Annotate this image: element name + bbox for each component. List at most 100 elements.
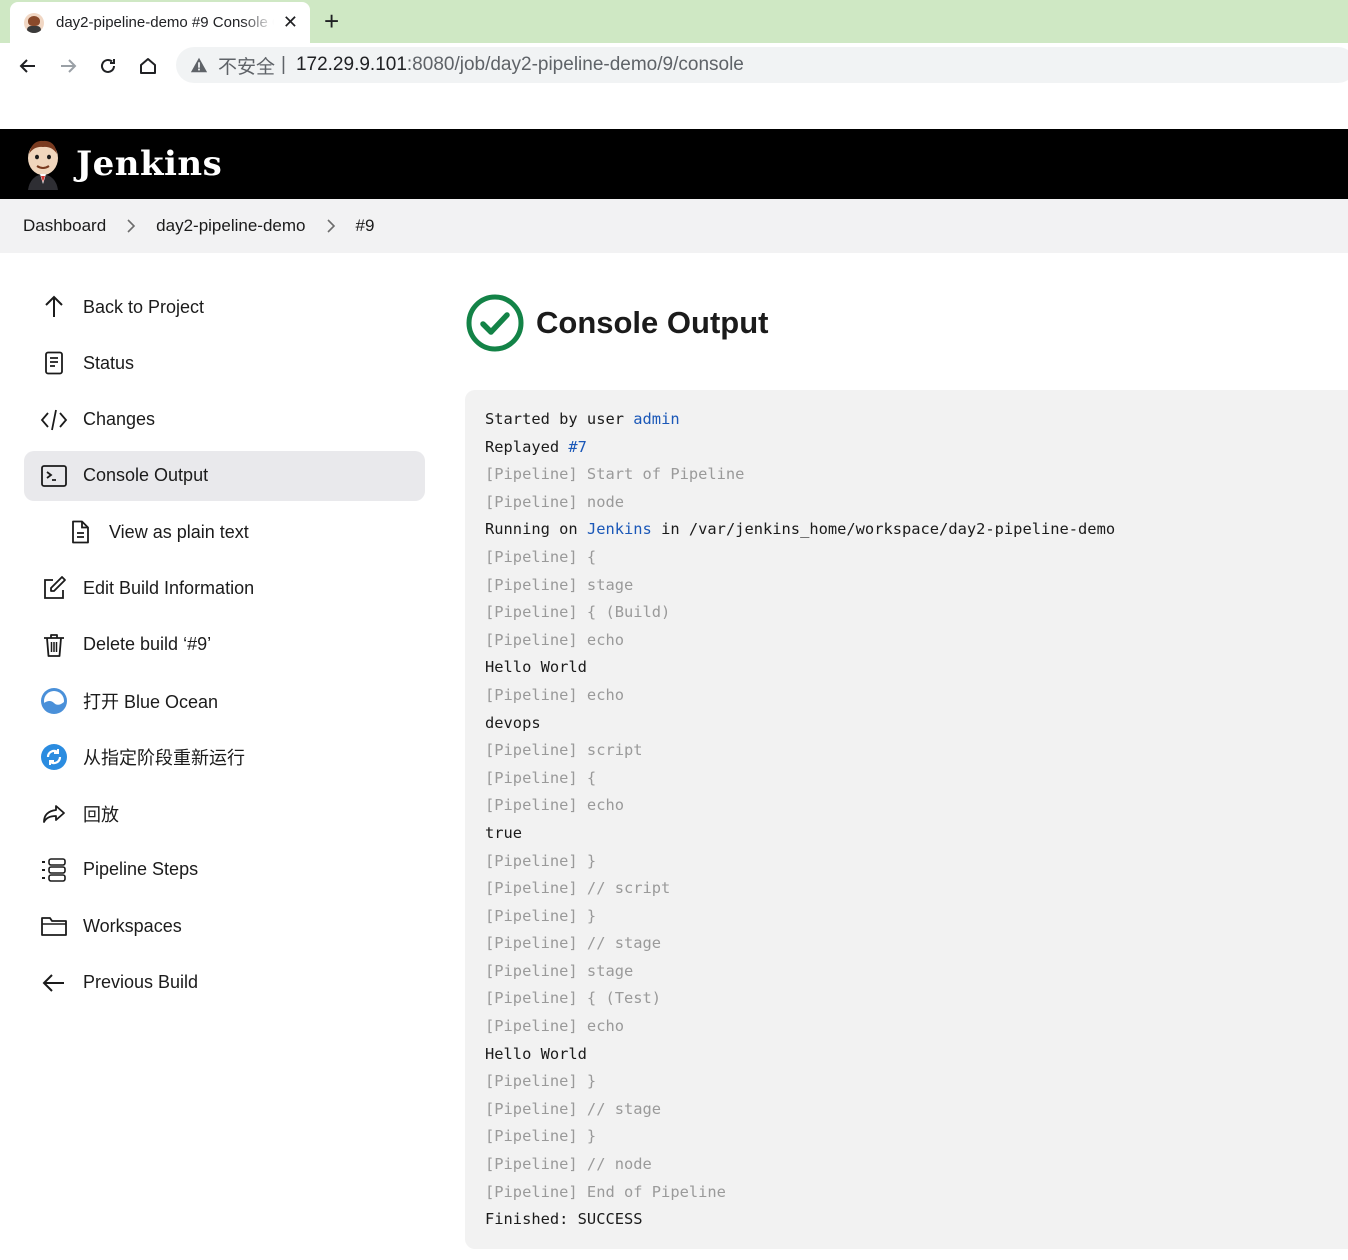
console-line: [Pipeline] } xyxy=(485,1072,597,1091)
forward-button[interactable] xyxy=(53,51,83,81)
console-line: [Pipeline] } xyxy=(485,851,597,870)
sidebar-item-blue-ocean[interactable]: 打开 Blue Ocean xyxy=(24,676,425,726)
node-link[interactable]: Jenkins xyxy=(587,520,652,538)
breadcrumb-dashboard[interactable]: Dashboard xyxy=(23,216,106,236)
console-line: Started by user admin xyxy=(485,408,1345,436)
sidebar-item-label: 打开 Blue Ocean xyxy=(83,692,219,713)
sidebar-item-back-to-project[interactable]: Back to Project xyxy=(24,282,425,332)
sidebar-item-view-plain-text[interactable]: View as plain text xyxy=(24,507,425,557)
arrow-back-icon xyxy=(19,59,35,73)
console-line: [Pipeline] echo xyxy=(485,685,624,704)
breadcrumb-build[interactable]: #9 xyxy=(356,216,375,236)
file-text-icon xyxy=(66,518,94,546)
sidebar-item-workspaces[interactable]: Workspaces xyxy=(24,901,425,951)
console-line: [Pipeline] stage xyxy=(485,575,634,594)
sidebar-item-label: Workspaces xyxy=(83,915,182,936)
sidebar-item-console-output[interactable]: Console Output xyxy=(24,450,425,501)
console-text: Running on xyxy=(485,520,587,539)
sidebar-item-label: 回放 xyxy=(83,804,119,825)
console-line: Replayed #7 xyxy=(485,436,1345,464)
blue-ocean-icon xyxy=(40,687,68,715)
console-line: Finished: SUCCESS xyxy=(485,1210,643,1229)
sidebar-item-changes[interactable]: Changes xyxy=(24,395,425,445)
insecure-label: 不安全 xyxy=(218,56,276,78)
breadcrumb: Dashboard day2-pipeline-demo #9 xyxy=(0,199,1348,253)
chevron-right-icon xyxy=(326,219,336,233)
tab-title: day2-pipeline-demo #9 Console Output [Je… xyxy=(56,14,274,31)
breadcrumb-project[interactable]: day2-pipeline-demo xyxy=(156,216,305,236)
url-path: :8080/job/day2-pipeline-demo/9/console xyxy=(406,54,744,75)
chevron-right-icon xyxy=(126,219,136,233)
sidebar-item-label: Changes xyxy=(83,409,156,430)
sidebar-item-label: 从指定阶段重新运行 xyxy=(83,748,245,769)
sidebar-item-label: Previous Build xyxy=(83,972,199,993)
browser-toolbar: 不安全 | 172.29.9.101 :8080/job/day2-pipeli… xyxy=(0,43,1348,89)
console-line: [Pipeline] echo xyxy=(485,796,624,815)
sidebar-item-label: Edit Build Information xyxy=(83,577,255,598)
console-line: devops xyxy=(485,713,541,732)
page-header: Console Output xyxy=(466,294,768,352)
address-bar[interactable]: 不安全 | 172.29.9.101 :8080/job/day2-pipeli… xyxy=(176,47,1348,83)
jenkins-logo-icon[interactable] xyxy=(24,138,62,190)
console-text: in /var/jenkins_home/workspace/day2-pipe… xyxy=(651,520,1116,539)
console-line: true xyxy=(485,823,523,842)
console-line: [Pipeline] { (Test) xyxy=(485,989,662,1008)
trash-icon xyxy=(40,631,68,659)
sidebar-item-label: Status xyxy=(83,352,135,373)
back-button[interactable] xyxy=(13,51,43,81)
console-line: [Pipeline] // stage xyxy=(485,934,662,953)
sidebar: Back to Project Status Changes Console O… xyxy=(24,282,425,1014)
sidebar-item-previous-build[interactable]: Previous Build xyxy=(24,958,425,1008)
reload-icon xyxy=(101,58,115,73)
sidebar-item-delete-build[interactable]: Delete build ‘#9’ xyxy=(24,620,425,670)
restart-stage-icon xyxy=(40,743,68,771)
url-separator: | xyxy=(281,54,286,75)
new-tab-button[interactable]: + xyxy=(324,6,339,36)
url-host: 172.29.9.101 xyxy=(295,54,407,75)
jenkins-title[interactable]: Jenkins xyxy=(76,144,222,184)
home-icon xyxy=(140,58,156,74)
console-text: Started by user xyxy=(485,410,634,428)
replayed-build-link[interactable]: #7 xyxy=(568,438,587,456)
sidebar-item-label: View as plain text xyxy=(109,521,249,542)
console-line: [Pipeline] echo xyxy=(485,1017,624,1036)
jenkins-favicon-icon xyxy=(24,12,44,33)
sidebar-item-label: Delete build ‘#9’ xyxy=(83,634,212,655)
sidebar-item-label: Pipeline Steps xyxy=(83,859,199,880)
console-line: [Pipeline] } xyxy=(485,1127,597,1146)
console-line: [Pipeline] node xyxy=(485,492,624,511)
close-tab-icon[interactable]: ✕ xyxy=(283,12,298,33)
replay-icon xyxy=(40,800,68,828)
sidebar-item-replay[interactable]: 回放 xyxy=(24,789,425,839)
user-link[interactable]: admin xyxy=(633,410,679,428)
console-lines: [Pipeline] { [Pipeline] stage [Pipeline] {… xyxy=(485,546,1345,1236)
folder-icon xyxy=(40,912,68,940)
console-line: [Pipeline] echo xyxy=(485,630,624,649)
console-line: Hello World xyxy=(485,1044,587,1063)
console-line: [Pipeline] // stage xyxy=(485,1099,662,1118)
arrow-forward-icon xyxy=(61,59,77,73)
sidebar-item-edit-build-info[interactable]: Edit Build Information xyxy=(24,563,425,613)
console-line: [Pipeline] Start of Pipeline xyxy=(485,465,745,484)
sidebar-item-pipeline-steps[interactable]: Pipeline Steps xyxy=(24,845,425,895)
home-button[interactable] xyxy=(133,51,163,81)
console-line: [Pipeline] // node xyxy=(485,1155,652,1174)
success-check-icon xyxy=(466,294,524,352)
code-icon xyxy=(40,406,68,434)
sidebar-item-restart-from-stage[interactable]: 从指定阶段重新运行 xyxy=(24,732,425,782)
sidebar-item-label: Console Output xyxy=(83,465,209,486)
sidebar-item-status[interactable]: Status xyxy=(24,338,425,388)
browser-tabstrip: day2-pipeline-demo #9 Console Output [Je… xyxy=(0,0,1348,43)
list-icon xyxy=(40,856,68,884)
console-line: Hello World xyxy=(485,658,587,677)
edit-icon xyxy=(40,574,68,602)
reload-button[interactable] xyxy=(93,51,123,81)
console-text: Replayed xyxy=(485,437,569,456)
console-line: [Pipeline] { xyxy=(485,768,597,787)
warning-icon xyxy=(190,57,208,73)
jenkins-header: Jenkins xyxy=(0,129,1348,199)
console-line: [Pipeline] { (Build) xyxy=(485,603,671,622)
terminal-icon xyxy=(40,462,68,490)
browser-tab[interactable]: day2-pipeline-demo #9 Console Output [Je… xyxy=(10,2,310,43)
console-line: [Pipeline] } xyxy=(485,906,597,925)
